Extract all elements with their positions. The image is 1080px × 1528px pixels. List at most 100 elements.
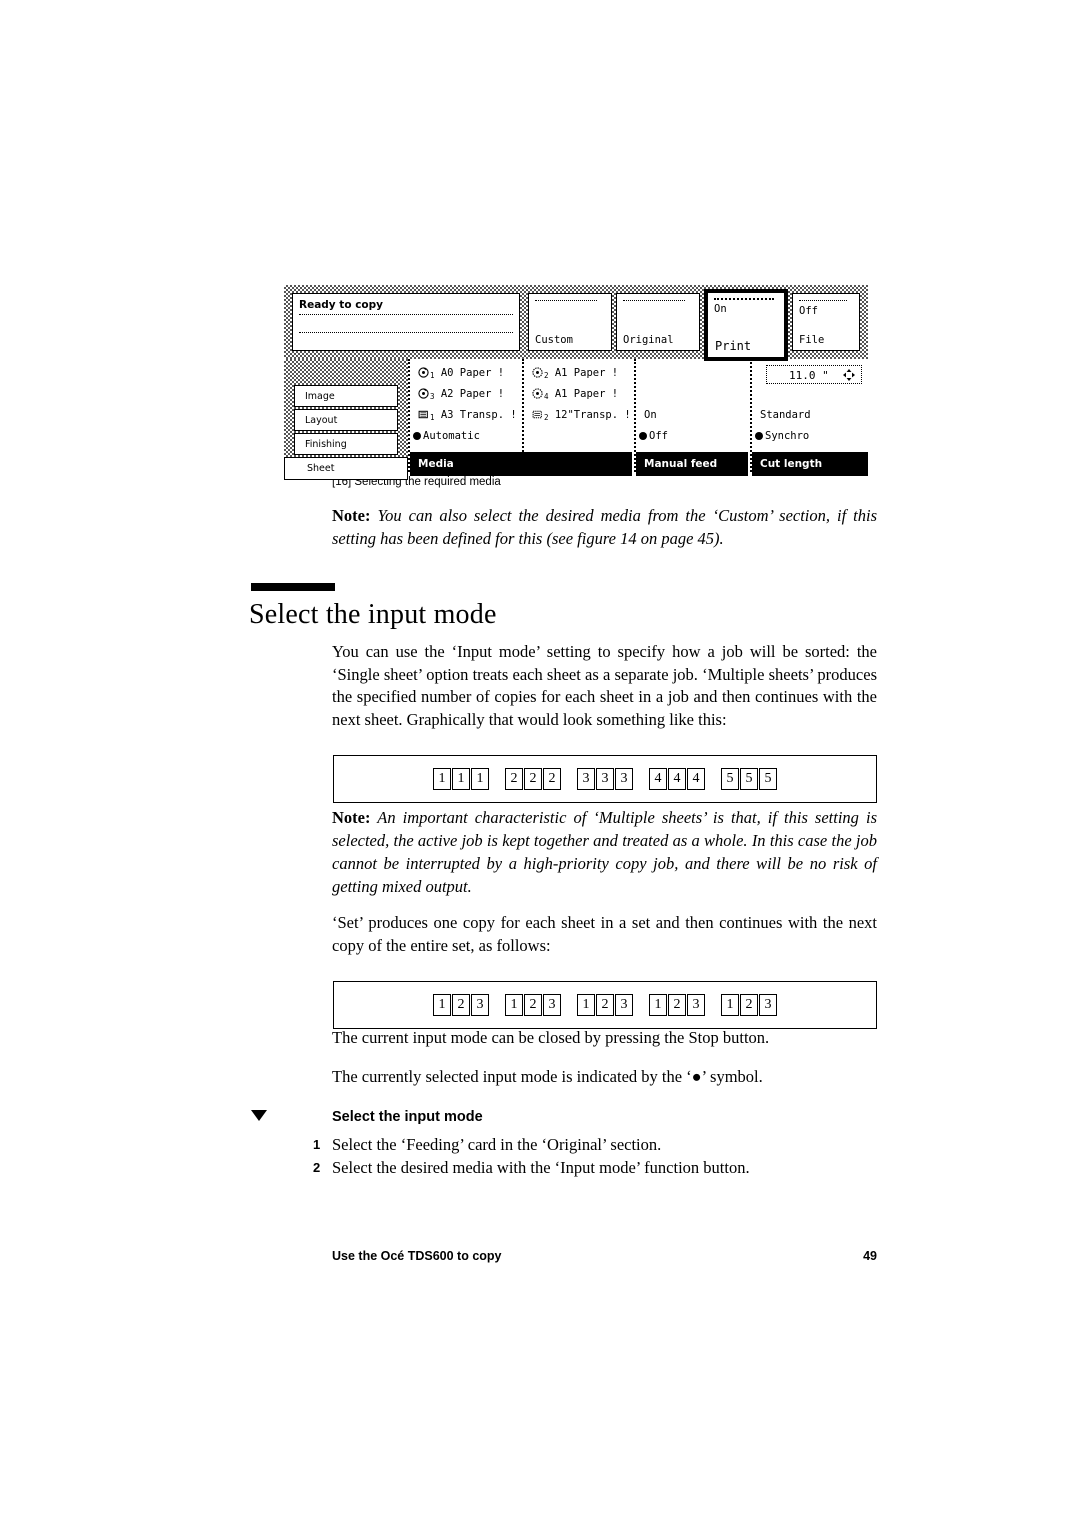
sequence-group: 444 [649,768,705,790]
note-label: Note: [332,808,371,827]
function-bar-cut-length-label: Cut length [760,458,823,470]
tab-card-original[interactable]: Original [616,293,700,351]
step-text: Select the ‘Feeding’ card in the ‘Origin… [332,1135,662,1154]
cut-length-standard-label: Standard [760,409,811,421]
media-option-label: A2 Paper ! [440,388,505,400]
sequence-cell: 1 [471,768,489,790]
sequence-cell: 2 [740,994,758,1016]
panel-sidebar: Image Layout Finishing Sheet [284,359,408,480]
sidebar-item-sheet-selected[interactable]: Sheet [284,457,408,480]
sidebar-item-finishing-label: Finishing [305,439,347,450]
media-option-a1-paper-2[interactable]: 2 A1 Paper ! [532,367,618,382]
sequence-cell: 5 [721,768,739,790]
cut-length-value: 11.0 " [789,369,829,382]
roll-icon [418,367,429,378]
sequence-group: 123 [505,994,561,1016]
tab-card-print-state: On [714,303,727,315]
sequence-group: 222 [505,768,561,790]
status-title: Ready to copy [299,299,383,311]
step-number: 2 [313,1160,321,1175]
media-option-label: 12"Transp. ! [554,409,631,421]
sequence-cell: 3 [577,768,595,790]
note-text: An important characteristic of ‘Multiple… [332,808,877,896]
media-option-a0-paper[interactable]: 1 A0 Paper ! [418,367,504,382]
function-bar-media[interactable]: Media [410,452,632,476]
tab-card-print-label: Print [715,339,752,353]
selected-bullet-icon [755,432,763,440]
media-index: 3 [430,392,435,401]
manual-feed-option-on[interactable]: On [644,409,657,422]
sequence-diagram-set: 123123123123123 [333,981,877,1029]
media-option-automatic[interactable]: Automatic [413,430,480,443]
transparency-icon [532,410,542,419]
footer-page-number: 49 [863,1249,877,1263]
printer-control-panel-figure: Ready to copy Custom Original On Print O… [284,285,868,480]
cut-length-option-standard[interactable]: Standard [760,409,811,422]
tab-card-original-label: Original [623,334,674,346]
sequence-cell: 2 [524,994,542,1016]
function-bar-manual-feed-label: Manual feed [644,458,718,470]
roll-icon [418,388,429,399]
sequence-cell: 3 [687,994,705,1016]
sequence-diagram-multiple-sheets: 111222333444555 [333,755,877,803]
sequence-row: 111222333444555 [334,756,876,802]
sequence-cell: 3 [759,994,777,1016]
sidebar-item-finishing[interactable]: Finishing [294,433,398,455]
manual-feed-option-off[interactable]: Off [639,430,668,443]
tab-card-custom[interactable]: Custom [528,293,612,351]
sequence-group: 123 [649,994,705,1016]
procedure-step-1: 1 Select the ‘Feeding’ card in the ‘Orig… [313,1134,877,1156]
sequence-cell: 4 [687,768,705,790]
heading-rule [251,583,335,591]
media-option-a2-paper[interactable]: 3 A2 Paper ! [418,388,504,403]
procedure-step-2: 2 Select the desired media with the ‘Inp… [313,1157,877,1179]
media-option-label: A0 Paper ! [440,367,505,379]
cut-length-synchro-label: Synchro [765,430,810,442]
sidebar-item-layout-label: Layout [305,415,338,426]
updown-arrows-icon[interactable] [843,369,855,381]
tab-card-file-state: Off [799,305,818,317]
media-option-12in-transparency[interactable]: 2 12"Transp. ! [532,409,631,424]
sidebar-item-sheet-label: Sheet [307,463,335,474]
function-bar-manual-feed[interactable]: Manual feed [636,452,748,476]
manual-feed-on-label: On [644,409,657,421]
paragraph-stop-button: The current input mode can be closed by … [332,1028,770,1047]
roll-icon [532,367,543,378]
sequence-cell: 4 [668,768,686,790]
media-option-a1-paper-4[interactable]: 4 A1 Paper ! [532,388,618,403]
sequence-cell: 5 [759,768,777,790]
procedure-triangle-icon [251,1110,267,1121]
tab-card-custom-label: Custom [535,334,573,346]
sidebar-item-image-label: Image [305,391,335,402]
tab-card-print-selected[interactable]: On Print [704,289,788,361]
cut-length-option-synchro[interactable]: Synchro [755,430,809,443]
tab-card-file[interactable]: Off File [792,293,860,351]
media-option-label: A3 Transp. ! [440,409,517,421]
media-index: 1 [430,371,435,380]
selected-bullet-icon [413,432,421,440]
sequence-group: 111 [433,768,489,790]
transparency-icon [418,410,428,419]
media-option-a3-transparency[interactable]: 1 A3 Transp. ! [418,409,517,424]
footer-title: Use the Océ TDS600 to copy [332,1249,502,1263]
sequence-row: 123123123123123 [334,982,876,1028]
sequence-cell: 3 [596,768,614,790]
sequence-cell: 1 [577,994,595,1016]
sequence-cell: 3 [543,994,561,1016]
sequence-group: 123 [577,994,633,1016]
sidebar-item-layout[interactable]: Layout [294,409,398,431]
card-dotted-rule [714,298,775,300]
note-text: You can also select the desired media fr… [332,506,877,548]
sequence-cell: 2 [668,994,686,1016]
sequence-group: 333 [577,768,633,790]
cut-length-stepper[interactable]: 11.0 " [766,365,862,384]
sidebar-item-image[interactable]: Image [294,385,398,407]
sequence-cell: 1 [721,994,739,1016]
media-option-label: A1 Paper ! [554,367,619,379]
function-bar-cut-length[interactable]: Cut length [752,452,868,476]
media-option-label: A1 Paper ! [554,388,619,400]
sequence-cell: 1 [649,994,667,1016]
media-index: 1 [430,413,435,422]
sequence-cell: 3 [471,994,489,1016]
sequence-cell: 2 [452,994,470,1016]
